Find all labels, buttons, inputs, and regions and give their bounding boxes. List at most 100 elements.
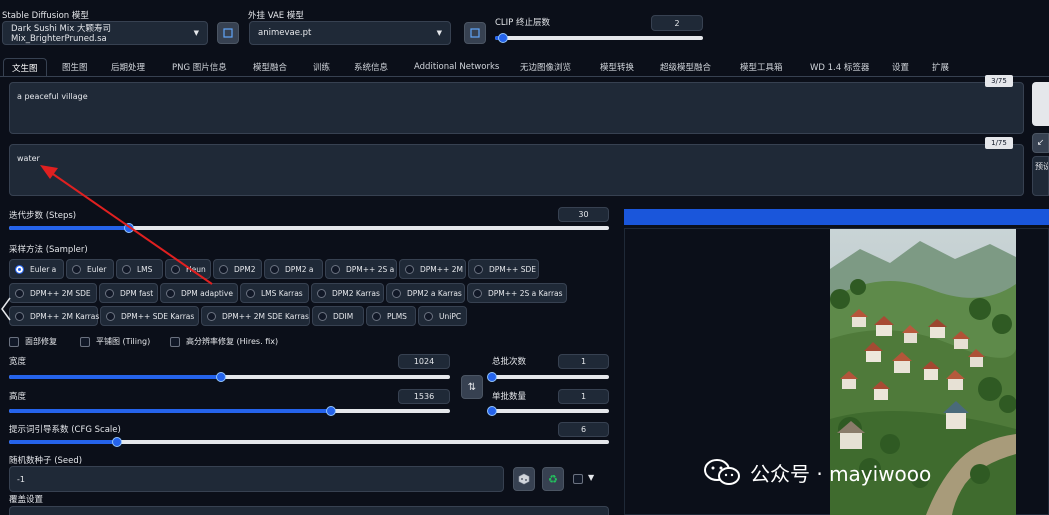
width-slider-handle[interactable] bbox=[215, 372, 226, 382]
prompt-input[interactable]: a peaceful village bbox=[9, 82, 1024, 134]
sampler-option-dpmpp-2s-a-karras[interactable]: DPM++ 2S a Karras bbox=[467, 283, 567, 303]
tab-merge[interactable]: 模型融合 bbox=[253, 58, 287, 76]
batch-size-slider-handle[interactable] bbox=[487, 406, 497, 416]
sampler-label: 采样方法 (Sampler) bbox=[9, 245, 88, 255]
vae-dropdown[interactable]: animevae.pt ▼ bbox=[249, 21, 451, 45]
model-dropdown[interactable]: Dark Sushi Mix 大颗寿司Mix_BrighterPruned.sa… bbox=[2, 21, 208, 45]
tab-extras[interactable]: 后期处理 bbox=[111, 58, 145, 76]
sampler-option-lms[interactable]: LMS bbox=[116, 259, 163, 279]
steps-slider-handle[interactable] bbox=[124, 223, 134, 233]
radio-icon bbox=[474, 264, 483, 274]
cfg-slider[interactable] bbox=[9, 437, 609, 447]
face-restore-checkbox[interactable]: 面部修复 bbox=[9, 336, 57, 347]
seed-input[interactable]: -1 bbox=[9, 466, 504, 492]
sampler-option-dpm2[interactable]: DPM2 bbox=[213, 259, 262, 279]
chevron-down-icon: ▼ bbox=[436, 29, 442, 37]
clip-slider-handle[interactable] bbox=[498, 33, 509, 43]
sampler-option-dpm2-karras[interactable]: DPM2 Karras bbox=[311, 283, 384, 303]
cfg-value-box[interactable]: 6 bbox=[558, 422, 609, 437]
height-slider[interactable] bbox=[9, 406, 450, 416]
radio-icon bbox=[372, 311, 381, 321]
reuse-seed-button[interactable]: ♻ bbox=[542, 467, 564, 491]
hires-fix-checkbox[interactable]: 高分辨率修复 (Hires. fix) bbox=[170, 336, 278, 347]
width-label: 宽度 bbox=[9, 357, 27, 367]
batch-count-slider-handle[interactable] bbox=[487, 372, 497, 382]
tiling-label: 平铺图 (Tiling) bbox=[96, 337, 151, 346]
sampler-option-dpm-fast[interactable]: DPM fast bbox=[99, 283, 158, 303]
vae-label: 外挂 VAE 模型 bbox=[248, 11, 304, 21]
radio-icon bbox=[405, 264, 414, 274]
height-slider-handle[interactable] bbox=[325, 406, 336, 416]
tab-img2img[interactable]: 图生图 bbox=[62, 58, 88, 76]
height-value-box[interactable]: 1536 bbox=[398, 389, 450, 404]
sampler-option-euler-a[interactable]: Euler a bbox=[9, 259, 64, 279]
apply-styles-button[interactable]: ↙ bbox=[1032, 133, 1049, 153]
sampler-option-ddim[interactable]: DDIM bbox=[312, 306, 364, 326]
radio-icon bbox=[317, 288, 326, 298]
tab-settings[interactable]: 设置 bbox=[892, 58, 909, 76]
tab-train[interactable]: 训练 bbox=[313, 58, 330, 76]
height-label: 高度 bbox=[9, 392, 27, 402]
override-settings-input[interactable] bbox=[9, 506, 609, 515]
sampler-option-plms[interactable]: PLMS bbox=[366, 306, 416, 326]
extra-seed-checkbox[interactable] bbox=[573, 474, 583, 484]
sampler-option-dpmpp-2m-karras[interactable]: DPM++ 2M Karras bbox=[9, 306, 99, 326]
tab-image-browser[interactable]: 无边图像浏览 bbox=[520, 58, 571, 76]
sampler-option-lms-karras[interactable]: LMS Karras bbox=[240, 283, 309, 303]
sampler-option-dpmpp-2m-sde[interactable]: DPM++ 2M SDE bbox=[9, 283, 97, 303]
sampler-option-dpmpp-2m[interactable]: DPM++ 2M bbox=[399, 259, 466, 279]
clip-value-box[interactable]: 2 bbox=[651, 15, 703, 31]
sampler-option-label: DPM2 a bbox=[285, 264, 314, 274]
batch-count-value-box[interactable]: 1 bbox=[558, 354, 609, 369]
random-seed-button[interactable] bbox=[513, 467, 535, 491]
radio-icon bbox=[246, 288, 255, 298]
styles-panel[interactable]: 预设 bbox=[1032, 156, 1049, 196]
tab-model-toolkit[interactable]: 模型工具箱 bbox=[740, 58, 783, 76]
tab-supermerger[interactable]: 超级模型融合 bbox=[660, 58, 711, 76]
generate-button[interactable] bbox=[1032, 82, 1049, 126]
refresh-icon bbox=[223, 28, 233, 38]
tab-additional-networks[interactable]: Additional Networks bbox=[414, 58, 499, 76]
refresh-vae-button[interactable] bbox=[464, 22, 486, 44]
seed-label: 随机数种子 (Seed) bbox=[9, 456, 83, 466]
swap-dimensions-button[interactable]: ⇅ bbox=[461, 375, 483, 399]
triangle-down-icon[interactable]: ▼ bbox=[588, 473, 594, 482]
batch-size-value-box[interactable]: 1 bbox=[558, 389, 609, 404]
sampler-option-dpm-adaptive[interactable]: DPM adaptive bbox=[160, 283, 238, 303]
wechat-logo-icon bbox=[704, 459, 740, 485]
radio-icon bbox=[473, 288, 482, 298]
batch-size-slider[interactable] bbox=[487, 406, 609, 416]
tab-sysinfo[interactable]: 系统信息 bbox=[354, 58, 388, 76]
steps-value-box[interactable]: 30 bbox=[558, 207, 609, 222]
steps-slider[interactable] bbox=[9, 223, 609, 233]
sampler-option-dpmpp-2s-a[interactable]: DPM++ 2S a bbox=[325, 259, 397, 279]
negative-prompt-input[interactable]: water bbox=[9, 144, 1024, 196]
cfg-slider-handle[interactable] bbox=[112, 437, 122, 447]
tab-txt2img[interactable]: 文生图 bbox=[3, 58, 47, 76]
negative-token-counter: 1/75 bbox=[985, 137, 1013, 149]
radio-icon bbox=[15, 288, 24, 298]
sampler-option-heun[interactable]: Heun bbox=[165, 259, 211, 279]
prev-arrow-icon[interactable] bbox=[0, 296, 12, 325]
sampler-option-dpmpp-2m-sde-karras[interactable]: DPM++ 2M SDE Karras bbox=[201, 306, 310, 326]
sampler-option-euler[interactable]: Euler bbox=[66, 259, 114, 279]
width-value-box[interactable]: 1024 bbox=[398, 354, 450, 369]
tiling-checkbox[interactable]: 平铺图 (Tiling) bbox=[80, 336, 150, 347]
sampler-option-dpmpp-sde[interactable]: DPM++ SDE bbox=[468, 259, 539, 279]
clip-slider[interactable] bbox=[495, 33, 703, 43]
dice-icon bbox=[518, 473, 530, 485]
tab-png-info[interactable]: PNG 图片信息 bbox=[172, 58, 227, 76]
sampler-option-dpm2-a[interactable]: DPM2 a bbox=[264, 259, 323, 279]
tab-wd14-tagger[interactable]: WD 1.4 标签器 bbox=[810, 58, 869, 76]
sampler-option-unipc[interactable]: UniPC bbox=[418, 306, 467, 326]
sampler-option-dpm2-a-karras[interactable]: DPM2 a Karras bbox=[386, 283, 465, 303]
tab-extensions[interactable]: 扩展 bbox=[932, 58, 949, 76]
width-slider[interactable] bbox=[9, 372, 450, 382]
sampler-option-dpmpp-sde-karras[interactable]: DPM++ SDE Karras bbox=[100, 306, 199, 326]
tab-model-convert[interactable]: 模型转换 bbox=[600, 58, 634, 76]
batch-count-slider[interactable] bbox=[487, 372, 609, 382]
sampler-option-label: LMS Karras bbox=[261, 288, 303, 298]
radio-icon bbox=[270, 264, 279, 274]
refresh-model-button[interactable] bbox=[217, 22, 239, 44]
radio-icon bbox=[166, 288, 175, 298]
